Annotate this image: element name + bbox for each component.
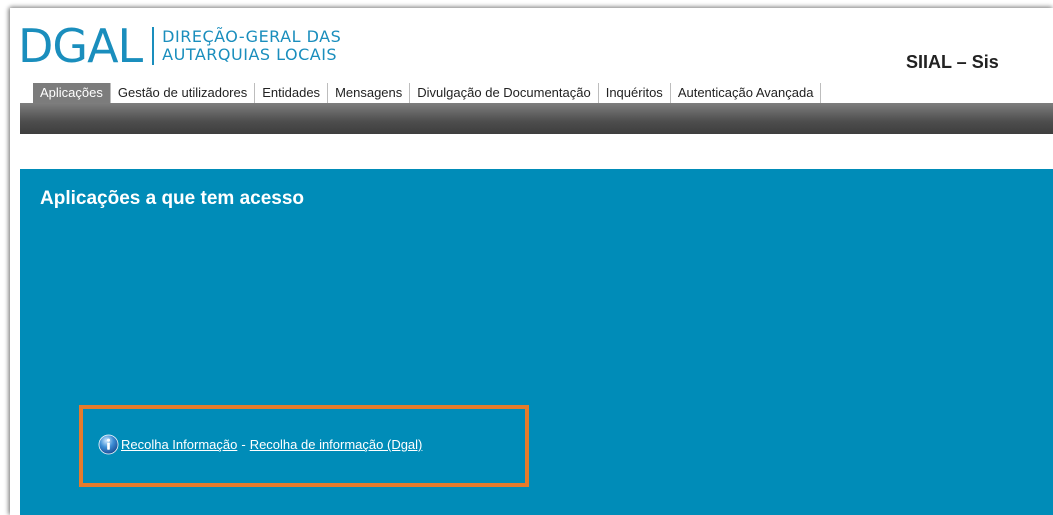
main-nav: Aplicações Gestão de utilizadores Entida… xyxy=(33,83,822,103)
nav-submenu-bar xyxy=(20,103,1053,134)
app-title: SIIAL – Sis xyxy=(906,52,999,72)
logo-line-1: DIREÇÃO-GERAL DAS xyxy=(162,27,342,46)
applications-panel: Aplicações a que tem acesso Recolha Info… xyxy=(20,169,1053,515)
tab-autenticacao-avancada[interactable]: Autenticação Avançada xyxy=(670,83,822,103)
application-item: Recolha Informação - Recolha de informaç… xyxy=(98,434,422,455)
logo-mark: DGAL xyxy=(18,19,143,73)
tab-mensagens[interactable]: Mensagens xyxy=(328,83,411,103)
logo-divider xyxy=(152,27,155,65)
tab-divulgacao-documentacao[interactable]: Divulgação de Documentação xyxy=(410,83,599,103)
app-separator: - xyxy=(241,437,246,452)
logo-text: DIREÇÃO-GERAL DAS AUTARQUIAS LOCAIS xyxy=(162,28,341,64)
tab-gestao-utilizadores[interactable]: Gestão de utilizadores xyxy=(110,83,256,103)
panel-title: Aplicações a que tem acesso xyxy=(40,188,305,209)
info-icon xyxy=(98,434,119,455)
tab-aplicacoes[interactable]: Aplicações xyxy=(33,83,111,103)
logo-line-2: AUTARQUIAS LOCAIS xyxy=(162,45,338,64)
tab-entidades[interactable]: Entidades xyxy=(255,83,329,103)
dgal-logo: DGAL DIREÇÃO-GERAL DAS AUTARQUIAS LOCAIS xyxy=(18,22,341,70)
app-link-recolha-informacao[interactable]: Recolha Informação xyxy=(121,437,237,452)
app-link-recolha-descricao[interactable]: Recolha de informação (Dgal) xyxy=(250,437,423,452)
tab-inqueritos[interactable]: Inquéritos xyxy=(598,83,671,103)
page-frame: DGAL DIREÇÃO-GERAL DAS AUTARQUIAS LOCAIS… xyxy=(10,8,1053,515)
